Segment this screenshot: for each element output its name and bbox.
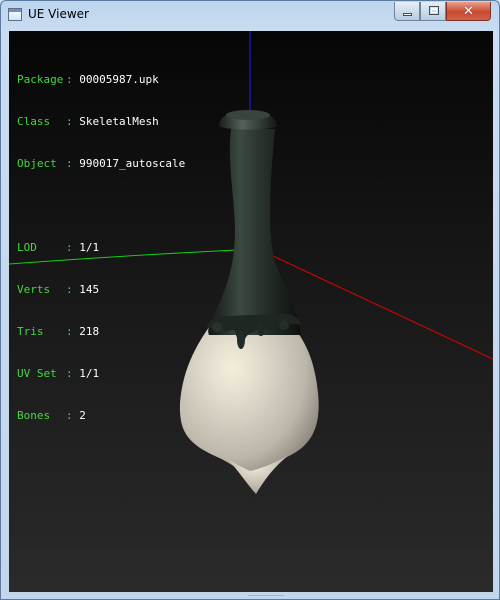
3d-viewport[interactable]: Package: 00005987.upk Class: SkeletalMes… [9,31,493,593]
minimize-button[interactable] [394,2,420,21]
info-label: UV Set [17,367,57,380]
minimize-icon [403,13,412,16]
info-separator: : [66,73,73,86]
mesh-neck [208,129,301,335]
info-label: Package [17,73,64,86]
drip [279,320,289,330]
info-row-lod: LOD: 1/1 [17,241,185,255]
info-separator: : [66,367,73,380]
info-value: SkeletalMesh [79,115,159,128]
maximize-icon [429,6,439,15]
maximize-button[interactable] [420,2,446,21]
info-value: 145 [79,283,100,296]
app-window: UE Viewer ✕ Package: 00005987.upk Class… [0,0,500,600]
info-separator: : [66,409,73,422]
info-label: Bones [17,409,51,422]
window-bottom-border [1,592,499,599]
title-bar[interactable]: UE Viewer ✕ [1,1,499,29]
info-value: 2 [79,409,86,422]
info-row-object: Object: 990017_autoscale [17,157,185,171]
window-title: UE Viewer [28,7,89,21]
info-row-class: Class: SkeletalMesh [17,115,185,129]
drip [212,322,222,332]
info-label: Verts [17,283,51,296]
info-label: Class [17,115,51,128]
info-row-uv-set: UV Set: 1/1 [17,367,185,381]
info-row-tris: Tris: 218 [17,325,185,339]
info-separator: : [66,325,73,338]
app-window-icon[interactable] [8,8,22,21]
info-separator: : [66,157,73,170]
info-value: 1/1 [79,241,100,254]
info-value: 990017_autoscale [79,157,186,170]
info-row-bones: Bones: 2 [17,409,185,423]
info-separator: : [66,283,73,296]
info-label: Object [17,157,57,170]
drip [257,324,265,336]
close-button[interactable]: ✕ [446,2,491,21]
info-separator: : [66,241,73,254]
mesh-info-overlay: Package: 00005987.upk Class: SkeletalMes… [17,45,185,451]
info-row-verts: Verts: 145 [17,283,185,297]
mesh-cap-top [226,110,270,120]
resize-grip[interactable] [248,595,284,599]
info-row-package: Package: 00005987.upk [17,73,185,87]
info-separator: : [66,115,73,128]
info-value: 00005987.upk [79,73,159,86]
info-label: LOD [17,241,37,254]
info-label: Tris [17,325,44,338]
drip [237,331,245,349]
info-value: 218 [79,325,100,338]
info-value: 1/1 [79,367,100,380]
close-icon: ✕ [463,4,474,19]
